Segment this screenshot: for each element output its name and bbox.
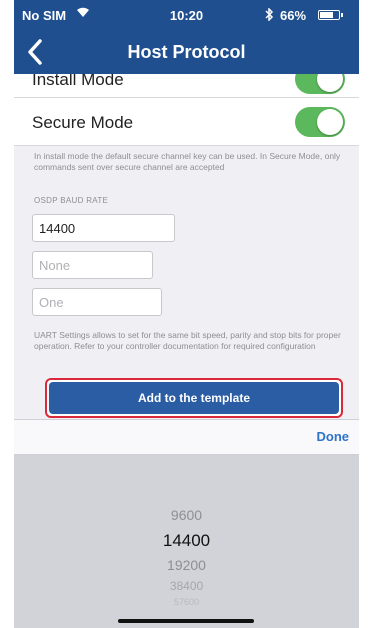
picker-option[interactable]: 19200: [14, 557, 359, 573]
baud-rate-field[interactable]: 14400: [32, 214, 175, 242]
add-to-template-button[interactable]: Add to the template: [49, 382, 339, 414]
install-mode-label: Install Mode: [32, 74, 124, 89]
home-indicator[interactable]: [118, 619, 254, 623]
battery-icon: [318, 10, 343, 20]
phone-screen: No SIM 10:20 66% Host Protocol Install M…: [14, 0, 359, 628]
picker-option[interactable]: 57600: [14, 597, 359, 607]
install-mode-toggle[interactable]: [295, 74, 345, 94]
baud-rate-picker[interactable]: 9600 14400 19200 38400 57600: [14, 455, 359, 628]
left-margin: [0, 0, 14, 628]
clock: 10:20: [169, 8, 204, 23]
parity-field[interactable]: None: [32, 251, 153, 279]
secure-mode-toggle[interactable]: [295, 107, 345, 137]
header: No SIM 10:20 66% Host Protocol: [14, 0, 359, 74]
settings-scroll-area[interactable]: Install Mode Secure Mode In install mode…: [14, 74, 359, 419]
uart-note: UART Settings allows to set for the same…: [34, 330, 341, 351]
add-to-template-highlight: Add to the template: [45, 378, 343, 418]
bluetooth-icon: [264, 7, 274, 24]
secure-mode-label: Secure Mode: [32, 113, 134, 132]
picker-option[interactable]: 38400: [14, 579, 359, 593]
page-title: Host Protocol: [127, 42, 246, 62]
right-margin: [359, 0, 369, 628]
done-button[interactable]: Done: [317, 429, 350, 444]
picker-option[interactable]: 9600: [14, 507, 359, 523]
stop-bits-field[interactable]: One: [32, 288, 162, 316]
navigation-bar: Host Protocol: [14, 34, 359, 70]
battery-percent: 66%: [280, 8, 307, 23]
baud-rate-caption: OSDP BAUD RATE: [34, 196, 109, 205]
status-bar: No SIM 10:20 66%: [14, 0, 359, 28]
secure-mode-note: In install mode the default secure chann…: [34, 151, 341, 172]
secure-mode-row: Secure Mode: [14, 98, 359, 146]
install-mode-row: Install Mode: [14, 74, 359, 98]
picker-toolbar: Done: [14, 419, 359, 455]
picker-option-selected[interactable]: 14400: [14, 531, 359, 551]
